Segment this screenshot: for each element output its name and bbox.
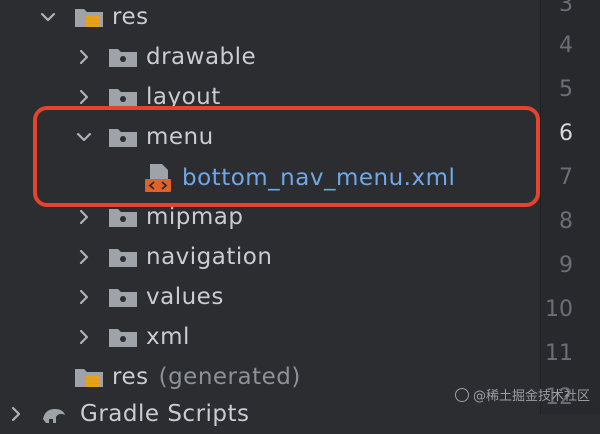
chevron-right-icon[interactable] [6, 404, 26, 424]
line-number: 8 [559, 209, 573, 234]
chevron-right-icon[interactable] [74, 287, 94, 307]
tree-item-res[interactable]: res [38, 0, 149, 37]
chevron-right-icon[interactable] [74, 87, 94, 107]
tree-item-label: xml [146, 324, 190, 350]
line-number: 4 [559, 33, 573, 58]
line-number: 5 [559, 77, 573, 102]
tree-item-values[interactable]: values [74, 277, 224, 317]
line-number-active: 6 [559, 121, 573, 146]
line-number: 9 [559, 253, 573, 278]
line-number: 3 [559, 0, 573, 17]
res-folder-icon [74, 366, 104, 388]
folder-icon [108, 46, 138, 68]
folder-icon [108, 286, 138, 308]
folder-icon [108, 326, 138, 348]
tree-item-label: Gradle Scripts [80, 401, 250, 427]
tree-item-drawable[interactable]: drawable [74, 37, 256, 77]
watermark-logo-icon [454, 387, 469, 402]
chevron-right-icon[interactable] [74, 247, 94, 267]
tree-item-res-generated[interactable]: res (generated) [74, 357, 301, 397]
editor-gutter: 3 4 5 6 7 8 9 10 11 12 [540, 0, 600, 414]
chevron-right-icon[interactable] [74, 327, 94, 347]
folder-icon [108, 86, 138, 108]
folder-icon [108, 206, 138, 228]
res-folder-icon [74, 6, 104, 28]
chevron-right-icon[interactable] [74, 47, 94, 67]
project-tree-panel: res drawable layout menu bottom_nav_menu… [0, 0, 540, 427]
line-number: 10 [545, 297, 573, 322]
tree-item-label: values [146, 284, 224, 310]
tree-item-label: navigation [146, 244, 273, 270]
chevron-right-icon[interactable] [74, 207, 94, 227]
tree-item-label: mipmap [146, 204, 244, 230]
tree-item-navigation[interactable]: navigation [74, 237, 272, 277]
generated-suffix: (generated) [158, 364, 301, 390]
tree-item-label: res [112, 4, 149, 30]
chevron-down-icon[interactable] [38, 7, 58, 27]
highlight-box [33, 106, 540, 207]
line-number: 11 [545, 341, 573, 366]
watermark-text: @稀土掘金技术社区 [472, 389, 590, 404]
line-number: 7 [559, 165, 573, 190]
watermark: @稀土掘金技术社区 [454, 385, 590, 404]
tree-item-label: res [112, 364, 149, 390]
tree-item-label: drawable [146, 44, 257, 70]
tree-item-xml[interactable]: xml [74, 317, 190, 357]
tree-item-gradle-scripts[interactable]: Gradle Scripts [6, 394, 250, 434]
folder-icon [108, 246, 138, 268]
gradle-icon [40, 403, 70, 425]
